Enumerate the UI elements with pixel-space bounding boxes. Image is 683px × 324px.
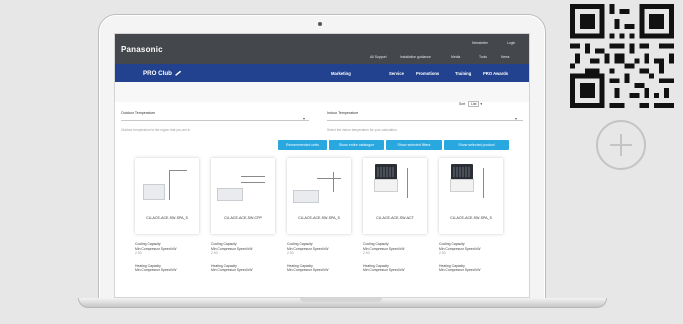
outdoor-input[interactable] — [121, 120, 309, 121]
outdoor-hint: Outdoor temperature to the region that y… — [121, 128, 191, 132]
show-selected-product-button[interactable]: Show selected product — [444, 140, 509, 150]
chevron-down-icon: ▾ — [480, 102, 483, 106]
sort-label: Sort — [459, 102, 466, 106]
sort-select[interactable]: List — [468, 101, 480, 107]
product-model: CU-ACE-ACE-SW-SPA_S — [146, 216, 188, 220]
top-link-news[interactable]: News — [501, 55, 509, 59]
spec-block: Cooling Capacity Min Compressor Speed kW… — [363, 242, 404, 273]
product-card[interactable]: CU-ACE-ACE-SW-SPA_S — [135, 158, 199, 234]
spec-label: Min Compressor Speed kW — [135, 268, 177, 273]
dimension-line — [241, 176, 265, 177]
recommended-units-button[interactable]: Recommended units — [278, 140, 327, 150]
brand-label: PRO Club — [143, 70, 172, 77]
spec-label: Min Compressor Speed kW — [287, 268, 329, 273]
product-card[interactable]: CU-ACE-ACE-SW-CPP — [211, 158, 275, 234]
dimension-line — [317, 178, 341, 179]
hero-strip — [115, 82, 529, 102]
indoor-input[interactable] — [327, 120, 523, 121]
panasonic-logo[interactable]: Panasonic — [121, 45, 163, 54]
product-card[interactable]: CU-ACE-ACE-SW-ACT — [363, 158, 427, 234]
top-link-login[interactable]: Login — [507, 41, 515, 45]
qr-code-icon — [570, 4, 674, 108]
product-model: CU-ACE-ACE-SW-ACT — [376, 216, 414, 220]
spec-value: 2.50 — [439, 251, 446, 256]
dimension-line — [333, 172, 334, 192]
product-model: CU-ACE-ACE-SW-SPA_S — [298, 216, 340, 220]
nav-service[interactable]: Service — [389, 71, 404, 76]
nav-promotions[interactable]: Promotions — [416, 71, 439, 76]
nav-training[interactable]: Training — [455, 71, 471, 76]
nav-tools[interactable]: Tools — [367, 71, 378, 76]
laptop-notch — [300, 298, 382, 302]
spec-value: 2.50 — [211, 251, 218, 256]
spec-value: 2.50 — [287, 251, 294, 256]
product-model: CU-ACE-ACE-SW-SPA_S — [450, 216, 492, 220]
product-model: CU-ACE-ACE-SW-CPP — [224, 216, 262, 220]
dimension-line — [407, 168, 408, 198]
laptop-screen: Panasonic Newsletter Login All Support I… — [114, 33, 530, 298]
product-image — [450, 164, 474, 192]
indoor-hint: Select the indoor temperature for your c… — [327, 128, 397, 132]
show-selected-filters-button[interactable]: Show selected filters — [386, 140, 442, 150]
indoor-label: Indoor Temperature — [327, 111, 359, 115]
top-link-media[interactable]: Media — [451, 55, 460, 59]
top-link-newsletter[interactable]: Newsletter — [472, 41, 488, 45]
spec-block: Cooling Capacity Min Compressor Speed kW… — [135, 242, 176, 273]
sort-control[interactable]: Sort List ▾ — [459, 101, 482, 107]
plus-circle-icon[interactable] — [596, 120, 646, 170]
product-image — [374, 164, 398, 192]
pencil-icon — [174, 71, 181, 77]
dimension-line — [483, 168, 484, 198]
spec-block: Cooling Capacity Min Compressor Speed kW… — [287, 242, 328, 273]
indoor-toggle-icon[interactable]: ▾ — [515, 116, 517, 121]
product-image — [217, 188, 243, 201]
spec-block: Cooling Capacity Min Compressor Speed kW… — [439, 242, 480, 273]
pro-club-brand[interactable]: PRO Club — [143, 70, 182, 77]
product-image — [143, 184, 165, 200]
outdoor-label: Outdoor Temperature — [121, 111, 156, 115]
spec-label: Min Compressor Speed kW — [211, 268, 253, 273]
dimension-line — [169, 170, 170, 200]
nav-marketing[interactable]: Marketing — [331, 71, 351, 76]
top-link-tools[interactable]: Tools — [479, 55, 487, 59]
product-card[interactable]: CU-ACE-ACE-SW-SPA_S — [287, 158, 351, 234]
dimension-line — [169, 170, 187, 171]
spec-value: 2.50 — [363, 251, 370, 256]
product-image — [293, 190, 319, 203]
top-link-support[interactable]: All Support — [370, 55, 387, 59]
spec-block: Cooling Capacity Min Compressor Speed kW… — [211, 242, 252, 273]
spec-value: 2.50 — [135, 251, 142, 256]
scroll-fade — [115, 280, 529, 297]
show-entire-catalogue-button[interactable]: Show entire catalogue — [329, 140, 384, 150]
top-link-installation[interactable]: Installation guidance — [400, 55, 431, 59]
product-card[interactable]: CU-ACE-ACE-SW-SPA_S — [439, 158, 503, 234]
spec-label: Min Compressor Speed kW — [439, 268, 481, 273]
dimension-line — [241, 182, 265, 183]
camera-dot — [318, 22, 322, 26]
outdoor-toggle-icon[interactable]: ▾ — [303, 116, 305, 121]
spec-label: Min Compressor Speed kW — [363, 268, 405, 273]
nav-pro-awards[interactable]: PRO Awards — [483, 71, 508, 76]
site-topbar — [115, 34, 529, 64]
